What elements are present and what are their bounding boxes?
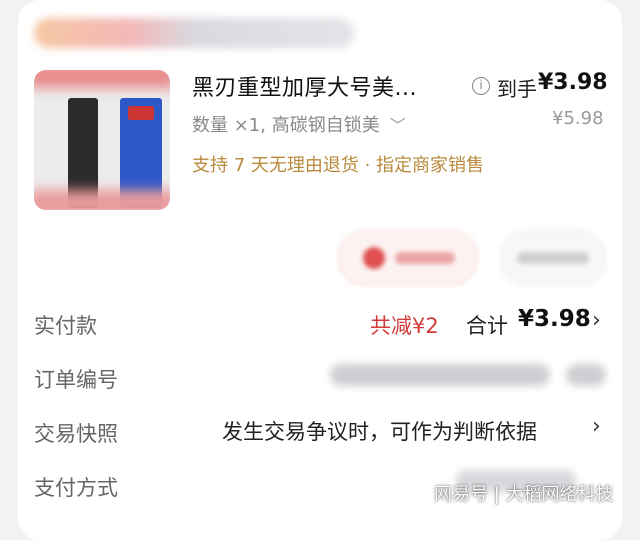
action-button-icon bbox=[363, 247, 385, 269]
chevron-right-icon[interactable]: › bbox=[592, 414, 601, 439]
order-number-label: 订单编号 bbox=[34, 368, 118, 392]
received-price: ¥3.98 bbox=[538, 70, 608, 95]
payment-label: 实付款 bbox=[34, 314, 97, 338]
order-number-blurred bbox=[330, 364, 550, 386]
chevron-right-icon[interactable]: › bbox=[592, 308, 601, 333]
thumbnail-blur-top bbox=[34, 70, 170, 88]
product-spec[interactable]: 数量 ×1, 高碳钢自锁美 ﹀ bbox=[192, 111, 406, 137]
chevron-down-icon: ﹀ bbox=[389, 116, 406, 135]
snapshot-label: 交易快照 bbox=[34, 422, 118, 446]
action-button-label-blurred bbox=[517, 252, 589, 264]
payment-method-label: 支付方式 bbox=[34, 476, 118, 500]
product-spec-text: 数量 ×1, 高碳钢自锁美 bbox=[192, 115, 380, 136]
store-name-blurred bbox=[34, 18, 354, 48]
total-label: 合计 bbox=[466, 314, 508, 338]
received-price-label: 到手 bbox=[497, 77, 537, 101]
product-title[interactable]: 黑刃重型加厚大号美... bbox=[192, 70, 417, 102]
knife-package-logo bbox=[128, 106, 154, 120]
discount-amount: 共减¥2 bbox=[370, 314, 439, 338]
return-policy-text: 支持 7 天无理由退货 · 指定商家销售 bbox=[192, 155, 485, 176]
info-icon[interactable]: i bbox=[472, 77, 490, 95]
thumbnail-blur-bottom bbox=[34, 190, 170, 210]
product-thumbnail[interactable] bbox=[34, 70, 170, 210]
original-price: ¥5.98 bbox=[552, 108, 604, 129]
watermark: 网易号 | 大稻网络科技 bbox=[434, 484, 614, 505]
action-button-label-blurred bbox=[395, 252, 455, 264]
snapshot-description[interactable]: 发生交易争议时，可作为判断依据 bbox=[222, 416, 537, 446]
copy-button-blurred[interactable] bbox=[566, 364, 606, 386]
action-button-secondary-blurred[interactable] bbox=[500, 230, 606, 286]
total-amount[interactable]: ¥3.98 bbox=[518, 306, 591, 332]
action-button-primary-blurred[interactable] bbox=[338, 230, 478, 286]
